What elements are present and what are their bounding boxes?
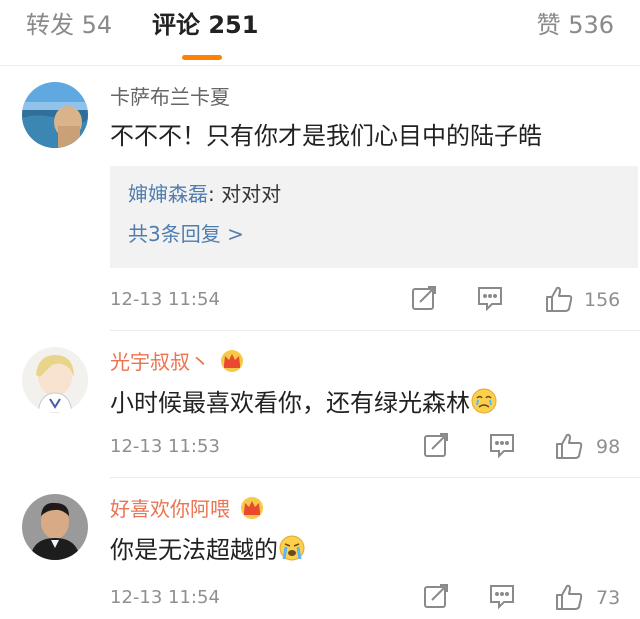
reply-text: 对对对 [221, 182, 282, 206]
tab-likes[interactable]: 赞 536 [537, 10, 614, 40]
comment-time: 12-13 11:53 [110, 436, 220, 457]
active-tab-indicator [182, 55, 222, 60]
comment-item: 好喜欢你阿喂 你是无法超越的 12-13 11:54 73 [0, 478, 640, 619]
reply-line: 婶婶森磊: 对对对 [128, 180, 281, 208]
crown-icon [238, 496, 266, 526]
tab-repost[interactable]: 转发 54 [26, 10, 112, 40]
crown-icon [218, 349, 246, 379]
reply-comment-icon[interactable] [476, 284, 504, 312]
reply-username[interactable]: 婶婶森磊 [128, 182, 208, 206]
repost-icon[interactable] [422, 431, 450, 459]
comment-text: 不不不！只有你才是我们心目中的陆子皓 [110, 122, 542, 150]
comment-tab-bar: 转发 54 评论 251 赞 536 [0, 0, 640, 66]
comment-item: 卡萨布兰卡夏 不不不！只有你才是我们心目中的陆子皓 婶婶森磊: 对对对 共3条回… [0, 66, 640, 330]
like-icon[interactable] [544, 284, 574, 314]
reply-comment-icon[interactable] [488, 431, 516, 459]
comment-text-body: 你是无法超越的 [110, 536, 278, 564]
comment-item: 光宇叔叔丶 小时候最喜欢看你，还有绿光森林 12-13 11:53 98 [0, 331, 640, 477]
like-count: 98 [596, 436, 621, 458]
like-count: 73 [596, 587, 621, 609]
reply-comment-icon[interactable] [488, 582, 516, 610]
comment-time: 12-13 11:54 [110, 587, 220, 608]
comment-username[interactable]: 卡萨布兰卡夏 [110, 84, 230, 110]
reply-preview[interactable]: 婶婶森磊: 对对对 共3条回复 > [110, 166, 638, 268]
avatar[interactable] [22, 494, 88, 560]
tab-comments[interactable]: 评论 251 [152, 10, 258, 40]
comment-meta: 12-13 11:54 156 [110, 284, 630, 316]
comment-text: 小时候最喜欢看你，还有绿光森林 [110, 387, 497, 422]
comment-text-body: 小时候最喜欢看你，还有绿光森林 [110, 389, 470, 417]
like-count: 156 [584, 289, 621, 311]
comment-time: 12-13 11:54 [110, 289, 220, 310]
vip-username[interactable]: 好喜欢你阿喂 [110, 497, 230, 521]
view-all-replies-link[interactable]: 共3条回复 > [128, 220, 244, 248]
repost-icon[interactable] [422, 582, 450, 610]
comment-username: 好喜欢你阿喂 [110, 496, 266, 526]
avatar[interactable] [22, 82, 88, 148]
vip-username[interactable]: 光宇叔叔丶 [110, 350, 210, 374]
like-icon[interactable] [554, 582, 584, 612]
loudly-crying-face-icon [279, 535, 305, 569]
like-icon[interactable] [554, 431, 584, 461]
comment-text: 你是无法超越的 [110, 534, 305, 569]
crying-face-icon [471, 388, 497, 422]
repost-icon[interactable] [410, 284, 438, 312]
comment-meta: 12-13 11:53 98 [110, 431, 630, 463]
avatar[interactable] [22, 347, 88, 413]
reply-separator: : [208, 182, 222, 206]
comment-meta: 12-13 11:54 73 [110, 582, 630, 614]
comment-username: 光宇叔叔丶 [110, 349, 246, 379]
